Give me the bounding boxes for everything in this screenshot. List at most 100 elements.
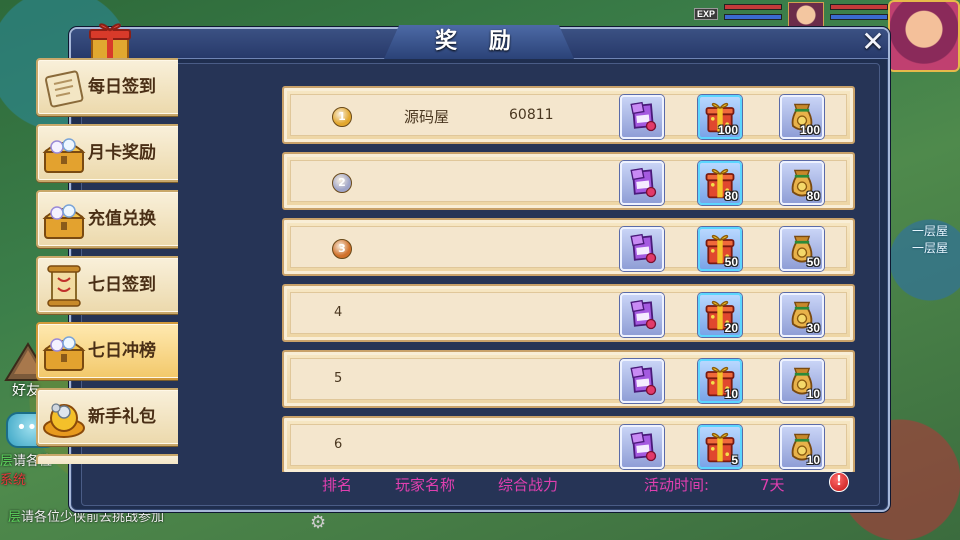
reward-slot[interactable]: 100 [698,95,742,139]
player-power: 60811 [509,107,554,123]
activity-time-label: 活动时间: [644,476,710,494]
nav-item-label: 七日冲榜 [88,341,156,361]
reward-quantity: 20 [724,321,738,335]
nav-item-partial[interactable] [36,454,178,464]
rank-column-label: 排名 [322,476,353,494]
reward-quantity: 5 [731,453,738,467]
rank-number: 6 [334,437,343,452]
rank-number: 4 [334,305,343,320]
rank-row: 5 10 10 [282,350,855,408]
chat-text: 请各位少侠前去挑战参加 [21,510,165,525]
reward-slot[interactable]: 50 [698,227,742,271]
reward-slot[interactable] [620,227,664,271]
rank-number: 5 [334,371,343,386]
rank-list[interactable]: 1 源码屋 60811 100 100 2 80 80 3 50 50 4 20 30 5 10 10 6 5 10 [282,86,856,472]
nav-item-label: 月卡奖励 [88,143,156,163]
title-bar: 奖 励 ✕ [71,25,889,59]
nav-item-label: 充值兑换 [88,209,156,229]
reward-slot[interactable] [620,293,664,337]
silver-medal-icon: 2 [332,173,352,193]
rank-row: 2 80 80 [282,152,855,210]
mp-bar [724,14,782,20]
nav-item-1[interactable]: 每日签到 [36,58,178,116]
rank-footer: 排名 玩家名称 综合战力 活动时间: 7天 [282,472,856,494]
nav-item-label: 七日签到 [88,275,156,295]
rank-row-inner [290,292,847,334]
treasure-chest-icon [40,130,88,178]
nav-item-4[interactable]: 七日签到 [36,256,178,314]
player-avatar[interactable] [888,0,960,72]
reward-slot[interactable]: 80 [780,161,824,205]
rank-row: 3 50 50 [282,218,855,276]
reward-quantity: 100 [717,123,738,137]
purple-scroll-icon [624,99,660,135]
rank-row-inner [290,94,847,136]
nav-item-3[interactable]: 充值兑换 [36,190,178,248]
chat-tag: 层 [8,510,22,525]
reward-slot[interactable]: 5 [698,425,742,469]
rank-row: 4 20 30 [282,284,855,342]
reward-quantity: 100 [799,123,820,137]
paper-scroll-icon [40,64,88,112]
gold-ingot-icon [40,394,88,442]
power-column-label: 综合战力 [498,476,559,494]
treasure-chest-icon [40,328,88,376]
purple-scroll-icon [624,231,660,267]
reward-slot[interactable]: 50 [780,227,824,271]
hp-bar [724,4,782,10]
purple-scroll-icon [624,363,660,399]
reward-quantity: 30 [806,321,820,335]
reward-quantity: 10 [806,387,820,401]
reward-slot[interactable]: 30 [780,293,824,337]
reward-slot[interactable] [620,425,664,469]
exp-label: EXP [694,8,719,20]
pet-avatar[interactable] [788,2,824,28]
nav-item-label: 新手礼包 [88,407,156,427]
player-name: 源码屋 [404,108,450,126]
nav-item-5[interactable]: 七日冲榜 [36,322,178,380]
nav-item-2[interactable]: 月卡奖励 [36,124,178,182]
reward-quantity: 80 [806,189,820,203]
chat-line: 系统 [0,469,80,488]
gold-medal-icon: 1 [332,107,352,127]
chat-tag: 系统 [0,473,27,488]
purple-scroll-icon [624,297,660,333]
chat-tag: 层 [0,454,14,469]
reward-slot[interactable] [620,95,664,139]
pet-mp-bar [830,14,888,20]
scroll-icon [40,262,88,310]
reward-quantity: 50 [724,255,738,269]
rank-row-inner [290,358,847,400]
player-name-column-label: 玩家名称 [395,476,456,494]
treasure-chest-icon [40,196,88,244]
reward-slot[interactable]: 20 [698,293,742,337]
rank-row-inner [290,160,847,202]
reward-slot[interactable]: 10 [780,425,824,469]
reward-slot[interactable]: 10 [780,359,824,403]
nav-item-label: 每日签到 [88,77,156,97]
reward-slot[interactable]: 80 [698,161,742,205]
reward-category-list[interactable]: 每日签到月卡奖励充值兑换七日签到七日冲榜新手礼包 [26,58,178,464]
rank-row: 6 5 10 [282,416,855,472]
activity-time-value: 7天 [760,476,785,494]
dialog-title: 奖 励 [435,29,523,54]
reward-quantity: 50 [806,255,820,269]
alert-icon[interactable]: ! [829,472,849,492]
reward-quantity: 80 [724,189,738,203]
reward-slot[interactable]: 10 [698,359,742,403]
scene-floor-label: 一层屋 一层屋 [912,224,949,255]
close-button[interactable]: ✕ [857,27,889,59]
gift-box-icon [89,23,131,62]
pet-hp-bar [830,4,888,10]
gear-icon[interactable]: ⚙ [310,512,326,533]
reward-quantity: 10 [806,453,820,467]
reward-slot[interactable] [620,359,664,403]
purple-scroll-icon [624,429,660,465]
rank-row-inner [290,226,847,268]
nav-item-6[interactable]: 新手礼包 [36,388,178,446]
reward-slot[interactable] [620,161,664,205]
rank-row: 1 源码屋 60811 100 100 [282,86,855,144]
purple-scroll-icon [624,165,660,201]
reward-slot[interactable]: 100 [780,95,824,139]
bronze-medal-icon: 3 [332,239,352,259]
